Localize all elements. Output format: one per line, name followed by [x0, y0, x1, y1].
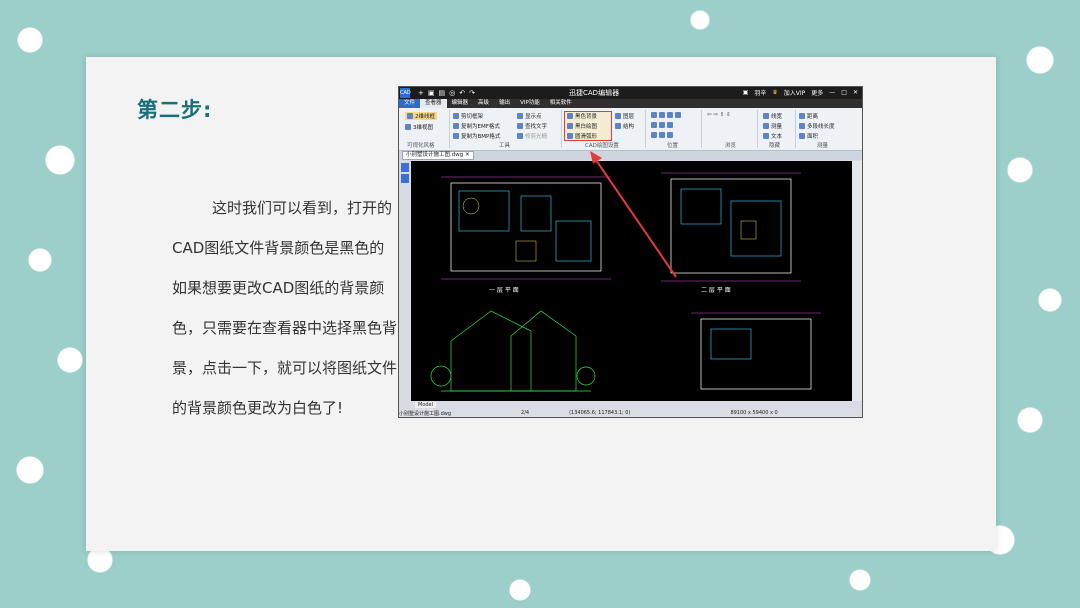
find-text-button[interactable]: 查找文字	[517, 122, 547, 130]
model-tab[interactable]: Model	[415, 402, 437, 408]
paragraph-line: 的背景颜色更改为白色了!	[172, 399, 344, 417]
vertical-scrollbar[interactable]	[852, 161, 862, 401]
group-label-browse: 浏览	[725, 143, 737, 149]
menu-vip[interactable]: VIP功能	[515, 99, 545, 108]
floor-plan-drawing	[430, 172, 821, 392]
paragraph-line: 如果想要更改CAD图纸的背景颜	[172, 279, 385, 297]
black-white-drawing-button[interactable]: 黑白绘图	[567, 122, 597, 130]
distance-button[interactable]: 距离	[799, 112, 818, 120]
group-label-measure: 测量	[817, 143, 829, 149]
area-button[interactable]: 面积	[799, 132, 818, 140]
ribbon-divider	[645, 110, 646, 148]
black-background-button[interactable]: 黑色背景	[567, 112, 597, 120]
paragraph-line: 色，只需要在查看器中选择黑色背	[172, 319, 398, 337]
window-title: 迅捷CAD编辑器	[569, 89, 620, 97]
join-vip-button[interactable]: 加入VIP	[784, 88, 806, 97]
menu-advanced[interactable]: 高级	[473, 99, 494, 108]
polyline-length-button[interactable]: 多段线长度	[799, 122, 835, 130]
crown-icon: ♛	[772, 89, 778, 96]
ribbon-divider	[795, 110, 796, 148]
pan-tools[interactable]	[651, 122, 673, 128]
group-label-position: 位置	[667, 143, 679, 149]
clip-frame-button[interactable]: 剪切框架	[453, 112, 483, 120]
status-size: 89100 x 59400 x 0	[730, 410, 778, 416]
more-button[interactable]: 更多	[811, 88, 823, 97]
paragraph-line: CAD图纸文件背景颜色是黑色的	[172, 239, 385, 257]
zoom-tools[interactable]	[651, 112, 681, 118]
status-page: 2/4	[521, 410, 530, 416]
panel-icon[interactable]	[401, 174, 409, 183]
app-logo-icon: CAD	[400, 88, 411, 98]
ribbon: 2维线框 3维视图 可视化风格 剪切框架 复制为EMF格式 复制为BMP格式 显…	[399, 108, 862, 151]
show-points-button[interactable]: 显示点	[517, 112, 542, 120]
left-side-panel	[399, 161, 411, 401]
ribbon-divider	[757, 110, 758, 148]
group-label-cad-settings: CAD绘图设置	[585, 143, 619, 149]
browse-arrows[interactable]: ⇦ ⇨ ⇧ ⇩	[707, 112, 731, 118]
menu-viewer[interactable]: 查看器	[420, 99, 447, 108]
menu-file[interactable]: 文件	[399, 99, 421, 108]
drawing-canvas[interactable]: 一 层 平 面 二 层 平 面	[411, 161, 852, 401]
trim-raster-button[interactable]: 修剪光栅	[517, 132, 547, 140]
user-name[interactable]: 羽辛	[754, 88, 766, 97]
lineweight-button[interactable]: 线宽	[763, 112, 782, 120]
smooth-arc-button[interactable]: 圆滑弧形	[567, 132, 597, 140]
group-label-tools: 工具	[499, 143, 511, 149]
ribbon-divider	[701, 110, 702, 148]
user-icon[interactable]: ▣	[743, 89, 749, 96]
paragraph-line: 这时我们可以看到，打开的	[212, 199, 393, 217]
status-bar: 小别墅设计施工图.dwg 2/4 (134065.6; 117843.1; 0)…	[399, 409, 862, 417]
panel-icon[interactable]	[401, 163, 409, 172]
text-hide-button[interactable]: 文本	[763, 132, 782, 140]
close-icon[interactable]: ✕	[853, 89, 858, 96]
ribbon-divider	[449, 110, 450, 148]
step-title: 第二步:	[137, 98, 213, 122]
minimize-icon[interactable]: —	[829, 89, 835, 96]
layers-button[interactable]: 图层	[615, 112, 634, 120]
measure-hide-button[interactable]: 测量	[763, 122, 782, 130]
wireframe-2d-button[interactable]: 2维线框	[405, 112, 437, 120]
menu-output[interactable]: 输出	[494, 99, 515, 108]
title-bar: CAD +▣▤◎↶↷ 迅捷CAD编辑器 ▣ 羽辛 ♛ 加入VIP 更多 — □ …	[399, 87, 862, 99]
menu-editor[interactable]: 编辑器	[447, 99, 474, 108]
document-tab-row: 小别墅设计施工图.dwg ✕	[399, 151, 862, 160]
fit-tools[interactable]	[651, 132, 673, 138]
document-tab[interactable]: 小别墅设计施工图.dwg ✕	[402, 151, 474, 160]
maximize-icon[interactable]: □	[841, 89, 847, 96]
copy-bmp-button[interactable]: 复制为BMP格式	[453, 132, 500, 140]
copy-emf-button[interactable]: 复制为EMF格式	[453, 122, 500, 130]
floor2-caption: 二 层 平 面	[701, 287, 731, 294]
instruction-paragraph: 这时我们可以看到，打开的 CAD图纸文件背景颜色是黑色的 如果想要更改CAD图纸…	[172, 196, 412, 436]
menu-related[interactable]: 相关软件	[545, 99, 577, 108]
group-label-hide: 隐藏	[769, 143, 781, 149]
ribbon-divider	[561, 110, 562, 148]
view-3d-button[interactable]: 3维视图	[405, 123, 433, 131]
status-filename: 小别墅设计施工图.dwg	[399, 410, 452, 417]
menu-bar: 文件 查看器 编辑器 高级 输出 VIP功能 相关软件	[399, 99, 862, 108]
status-coords: (134065.6; 117843.1; 0)	[569, 410, 631, 416]
group-label-visual-style: 可视化风格	[407, 143, 435, 149]
structure-button[interactable]: 结构	[615, 122, 634, 130]
paragraph-line: 景，点击一下，就可以将图纸文件	[172, 359, 398, 377]
cad-editor-screenshot: CAD +▣▤◎↶↷ 迅捷CAD编辑器 ▣ 羽辛 ♛ 加入VIP 更多 — □ …	[398, 86, 863, 418]
floor1-caption: 一 层 平 面	[489, 287, 519, 294]
quick-access-toolbar[interactable]: +▣▤◎↶↷	[418, 89, 479, 97]
